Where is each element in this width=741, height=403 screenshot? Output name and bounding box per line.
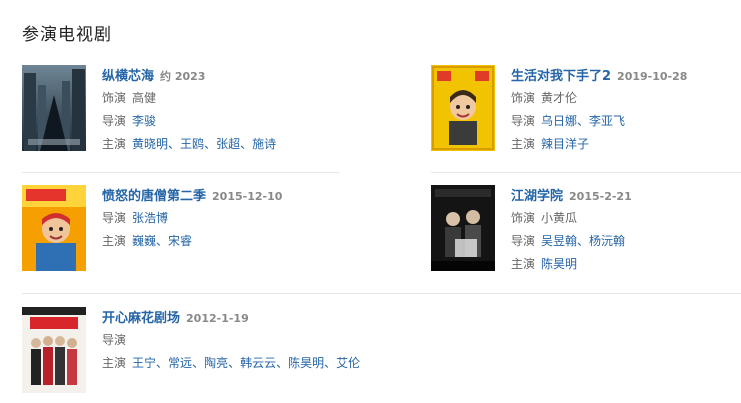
role-name: 高健 <box>132 91 157 105</box>
person-link[interactable]: 张浩博 <box>132 211 168 225</box>
director-label: 导演 <box>102 333 127 347</box>
role-name: 小黄瓜 <box>541 211 578 225</box>
drama-year: 约 2023 <box>160 70 206 83</box>
poster-image[interactable] <box>22 65 86 151</box>
drama-year: 2015-2-21 <box>569 190 632 203</box>
poster-image[interactable] <box>431 65 495 151</box>
person-link[interactable]: 施诗 <box>252 137 276 151</box>
director-label: 导演 <box>102 211 127 225</box>
person-link[interactable]: 艾伦 <box>336 356 360 370</box>
person-link[interactable]: 陶亮 <box>204 356 228 370</box>
drama-title[interactable]: 纵横芯海 <box>102 69 154 84</box>
name-separator: 、 <box>156 356 169 370</box>
role-name: 黄才伦 <box>541 91 578 105</box>
name-separator: 、 <box>276 356 289 370</box>
section-title: 参演电视剧 <box>22 25 112 45</box>
drama-title[interactable]: 江湖学院 <box>511 189 563 204</box>
cast-label: 主演 <box>511 137 536 151</box>
name-separator: 、 <box>240 137 253 151</box>
cast-label: 主演 <box>511 257 536 271</box>
cast-label: 主演 <box>102 137 127 151</box>
name-separator: 、 <box>577 114 590 128</box>
drama-year: 2019-10-28 <box>617 70 688 83</box>
person-link[interactable]: 巍巍 <box>132 234 156 248</box>
director-label: 导演 <box>511 114 536 128</box>
person-link[interactable]: 乌日娜 <box>541 114 577 128</box>
drama-title[interactable]: 开心麻花剧场 <box>102 311 180 326</box>
person-link[interactable]: 陈昊明 <box>288 356 324 370</box>
drama-year: 2015-12-10 <box>212 190 283 203</box>
poster-image[interactable] <box>431 185 495 271</box>
person-link[interactable]: 常远 <box>168 356 192 370</box>
row-divider <box>22 293 741 294</box>
cast-label: 主演 <box>102 356 127 370</box>
poster-image[interactable] <box>22 307 86 393</box>
person-link[interactable]: 宋睿 <box>168 234 192 248</box>
row-divider <box>431 172 741 173</box>
name-separator: 、 <box>204 137 217 151</box>
director-label: 导演 <box>511 234 536 248</box>
person-link[interactable]: 韩云云 <box>240 356 276 370</box>
person-link[interactable]: 陈昊明 <box>541 257 577 271</box>
person-link[interactable]: 吴昱翰 <box>541 234 577 248</box>
drama-title[interactable]: 愤怒的唐僧第二季 <box>102 189 206 204</box>
person-link[interactable]: 辣目洋子 <box>541 137 589 151</box>
role-label: 饰演 <box>511 211 536 225</box>
role-label: 饰演 <box>102 91 127 105</box>
person-link[interactable]: 王鸥 <box>180 137 204 151</box>
person-link[interactable]: 杨沅翰 <box>589 234 625 248</box>
director-label: 导演 <box>102 114 127 128</box>
person-link[interactable]: 黄晓明 <box>132 137 168 151</box>
person-link[interactable]: 张超 <box>216 137 240 151</box>
name-separator: 、 <box>324 356 337 370</box>
drama-year: 2012-1-19 <box>186 312 249 325</box>
drama-title[interactable]: 生活对我下手了2 <box>511 69 611 84</box>
person-link[interactable]: 李骏 <box>132 114 156 128</box>
row-divider <box>22 172 340 173</box>
poster-image[interactable] <box>22 185 86 271</box>
cast-label: 主演 <box>102 234 127 248</box>
name-separator: 、 <box>168 137 181 151</box>
person-link[interactable]: 王宁 <box>132 356 156 370</box>
role-label: 饰演 <box>511 91 536 105</box>
name-separator: 、 <box>577 234 590 248</box>
person-link[interactable]: 李亚飞 <box>589 114 625 128</box>
name-separator: 、 <box>156 234 169 248</box>
name-separator: 、 <box>192 356 205 370</box>
name-separator: 、 <box>228 356 241 370</box>
